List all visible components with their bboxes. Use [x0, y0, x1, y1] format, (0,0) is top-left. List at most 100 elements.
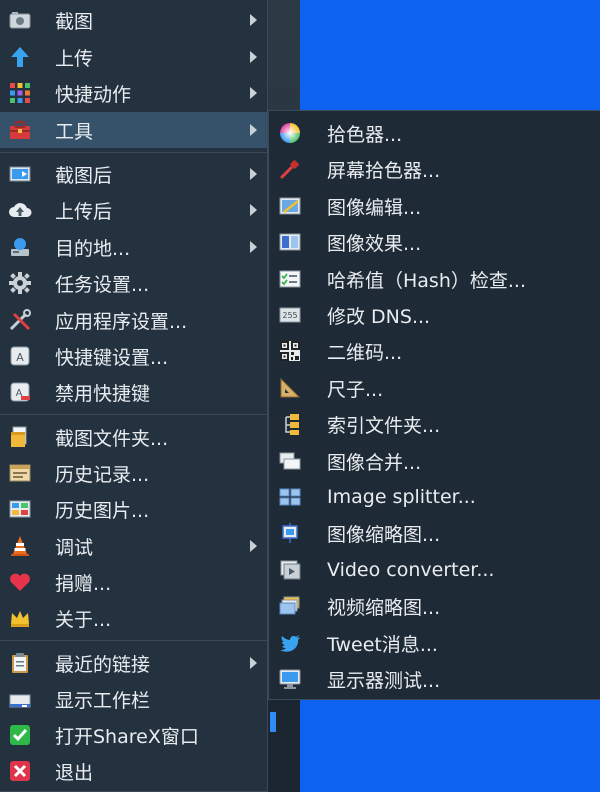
submenu-arrow-icon: [250, 657, 257, 669]
svg-text:A: A: [16, 351, 24, 364]
submenu-item-index-folder[interactable]: 索引文件夹...: [269, 406, 600, 442]
menu-item-about[interactable]: 关于...: [0, 600, 267, 636]
menu-item-label: 退出: [55, 761, 94, 784]
menu-item-label: 截图文件夹...: [55, 427, 169, 450]
check-icon: [8, 723, 32, 747]
screenshot-icon: [8, 8, 32, 32]
clipboard-icon: [8, 651, 32, 675]
menu-item-image-history[interactable]: 历史图片...: [0, 491, 267, 527]
checklist-icon: [278, 267, 302, 291]
submenu-item-monitor-test[interactable]: 显示器测试...: [269, 661, 600, 697]
menu-item-label: 屏幕拾色器...: [327, 159, 441, 182]
submenu-item-qr-code[interactable]: 二维码...: [269, 333, 600, 369]
menu-item-hotkey-settings[interactable]: A 快捷键设置...: [0, 338, 267, 374]
menu-item-label: 拾色器...: [327, 123, 403, 146]
menu-item-label: 打开ShareX窗口: [55, 725, 199, 748]
gear-icon: [8, 271, 32, 295]
menu-item-label: 工具: [55, 120, 94, 143]
menu-item-label: 截图后: [55, 164, 113, 187]
menu-item-show-taskbar[interactable]: 显示工作栏: [0, 681, 267, 717]
menu-item-destinations[interactable]: 目的地...: [0, 229, 267, 265]
menu-item-donate[interactable]: 捐赠...: [0, 564, 267, 600]
menu-separator: [0, 414, 267, 415]
menu-item-label: 快捷动作: [55, 83, 132, 106]
menu-item-label: 修改 DNS...: [327, 305, 431, 328]
menu-separator: [0, 152, 267, 153]
menu-item-open-main-window[interactable]: 打开ShareX窗口: [0, 717, 267, 753]
menu-item-exit[interactable]: 退出: [0, 753, 267, 789]
history-icon: [8, 461, 32, 485]
submenu-item-screen-color-picker[interactable]: 屏幕拾色器...: [269, 151, 600, 187]
menu-item-label: 关于...: [55, 608, 112, 631]
submenu-arrow-icon: [250, 204, 257, 216]
menu-item-label: 历史图片...: [55, 499, 150, 522]
menu-item-history[interactable]: 历史记录...: [0, 455, 267, 491]
submenu-item-image-splitter[interactable]: Image splitter...: [269, 479, 600, 515]
menu-item-label: 上传后: [55, 200, 113, 223]
menu-item-label: 图像编辑...: [327, 196, 422, 219]
menu-item-debug[interactable]: 调试: [0, 528, 267, 564]
menu-item-label: Video converter...: [327, 559, 495, 581]
menu-item-label: Tweet消息...: [327, 633, 438, 656]
index-folder-icon: [278, 412, 302, 436]
menu-item-label: 历史记录...: [55, 463, 150, 486]
ruler-icon: [278, 376, 302, 400]
menu-item-label: 视频缩略图...: [327, 596, 441, 619]
submenu-arrow-icon: [250, 87, 257, 99]
submenu-item-color-picker[interactable]: 拾色器...: [269, 115, 600, 151]
menu-item-label: 应用程序设置...: [55, 310, 188, 333]
submenu-item-video-thumbnailer[interactable]: 视频缩略图...: [269, 588, 600, 624]
submenu-arrow-icon: [250, 14, 257, 26]
menu-separator: [0, 640, 267, 641]
menu-item-after-capture[interactable]: 截图后: [0, 156, 267, 192]
menu-item-application-settings[interactable]: 应用程序设置...: [0, 302, 267, 338]
image-history-icon: [8, 497, 32, 521]
monitor-icon: [278, 667, 302, 691]
menu-item-label: 目的地...: [55, 237, 131, 260]
after-capture-icon: [8, 162, 32, 186]
submenu-item-hash-checker[interactable]: 哈希值（Hash）检查...: [269, 261, 600, 297]
upload-arrow-icon: [8, 45, 32, 69]
menu-item-upload[interactable]: 上传: [0, 39, 267, 75]
menu-item-quick-actions[interactable]: 快捷动作: [0, 75, 267, 111]
tools-submenu: 拾色器... 屏幕拾色器... 图像编辑... 图像效果... 哈希值（Hash…: [268, 110, 600, 700]
submenu-item-image-thumbnailer[interactable]: 图像缩略图...: [269, 515, 600, 551]
color-wheel-icon: [278, 121, 302, 145]
heart-icon: [8, 570, 32, 594]
exit-x-icon: [8, 759, 32, 783]
menu-item-label: 捐赠...: [55, 572, 112, 595]
menu-item-disable-hotkeys[interactable]: A 禁用快捷键: [0, 374, 267, 410]
menu-item-label: 显示工作栏: [55, 689, 151, 712]
submenu-item-tweet-message[interactable]: Tweet消息...: [269, 625, 600, 661]
menu-item-label: 截图: [55, 10, 94, 33]
submenu-arrow-icon: [250, 124, 257, 136]
taskbar-fragment: [268, 690, 300, 792]
image-editor-icon: [278, 194, 302, 218]
menu-item-after-upload[interactable]: 上传后: [0, 192, 267, 228]
menu-item-task-settings[interactable]: 任务设置...: [0, 265, 267, 301]
toolbox-icon: [8, 118, 32, 142]
menu-item-label: 任务设置...: [55, 273, 150, 296]
submenu-item-dns-changer[interactable]: 255 修改 DNS...: [269, 297, 600, 333]
menu-item-capture[interactable]: 截图: [0, 2, 267, 38]
submenu-item-image-effects[interactable]: 图像效果...: [269, 224, 600, 260]
submenu-item-image-combiner[interactable]: 图像合并...: [269, 443, 600, 479]
submenu-item-ruler[interactable]: 尺子...: [269, 370, 600, 406]
submenu-item-image-editor[interactable]: 图像编辑...: [269, 188, 600, 224]
submenu-arrow-icon: [250, 168, 257, 180]
image-combiner-icon: [278, 449, 302, 473]
menu-item-tools[interactable]: 工具: [0, 112, 267, 148]
menu-item-label: 快捷键设置...: [55, 346, 169, 369]
traffic-cone-icon: [8, 534, 32, 558]
quick-actions-grid-icon: [8, 81, 32, 105]
submenu-item-video-converter[interactable]: Video converter...: [269, 552, 600, 588]
video-thumbnail-icon: [278, 594, 302, 618]
image-splitter-icon: [278, 485, 302, 509]
submenu-arrow-icon: [250, 51, 257, 63]
destinations-icon: [8, 235, 32, 259]
crown-icon: [8, 606, 32, 630]
hotkey-icon: A: [8, 344, 32, 368]
menu-item-screenshots-folder[interactable]: 截图文件夹...: [0, 419, 267, 455]
menu-item-recent-links[interactable]: 最近的链接: [0, 645, 267, 681]
menu-item-label: 图像合并...: [327, 451, 422, 474]
